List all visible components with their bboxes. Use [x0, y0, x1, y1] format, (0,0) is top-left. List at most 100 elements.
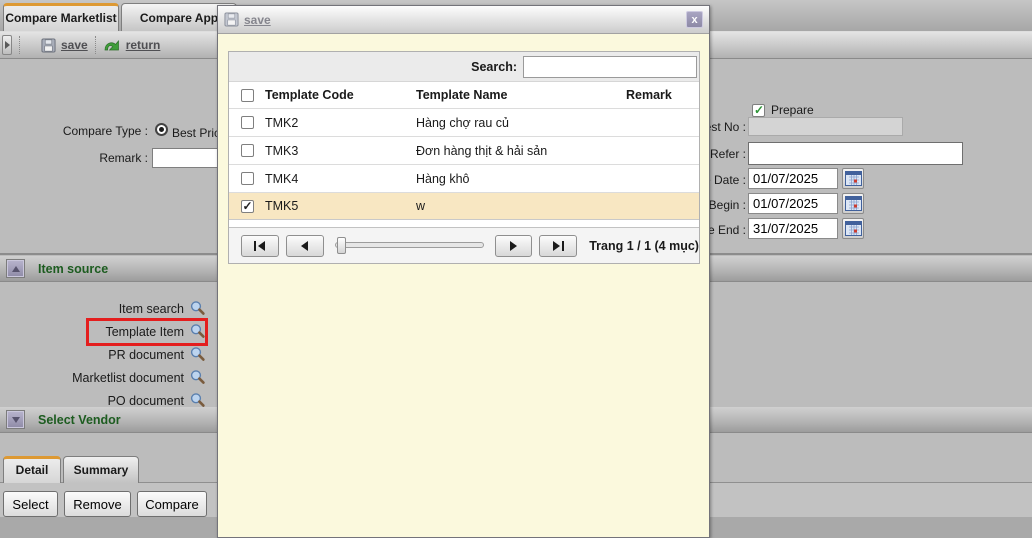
pr-document-label: PR document — [108, 348, 184, 362]
row-checkbox[interactable] — [241, 144, 254, 157]
pr-document-link[interactable]: PR document — [0, 343, 206, 366]
app-window: Compare Marketlist Compare App save retu… — [0, 0, 1032, 538]
row-checkbox[interactable] — [241, 172, 254, 185]
calendar-icon — [845, 171, 862, 186]
red-annotation-box — [86, 318, 208, 346]
dialog-save-label: save — [244, 13, 271, 27]
item-search-label: Item search — [119, 302, 184, 316]
select-button[interactable]: Select — [3, 491, 58, 517]
marketlist-document-label: Marketlist document — [72, 371, 184, 385]
marketlist-document-link[interactable]: Marketlist document — [0, 366, 206, 389]
grid-search-row: Search: — [229, 52, 699, 82]
end-date-input[interactable] — [748, 218, 838, 239]
table-row-selected[interactable]: TMK5 w — [229, 192, 699, 220]
dialog-close-button[interactable]: x — [686, 11, 703, 28]
select-vendor-title: Select Vendor — [38, 413, 121, 427]
tab-summary[interactable]: Summary — [63, 456, 139, 483]
first-page-icon — [254, 241, 256, 251]
return-button-label: return — [126, 38, 161, 52]
select-vendor-collapse-button[interactable] — [7, 411, 24, 428]
magnifier-icon — [189, 346, 206, 363]
calendar-icon — [845, 221, 862, 236]
page-slider[interactable] — [335, 237, 484, 254]
compare-button[interactable]: Compare — [137, 491, 207, 517]
save-button[interactable]: save — [41, 38, 88, 53]
magnifier-icon — [189, 300, 206, 317]
table-row[interactable]: TMK4 Hàng khô — [229, 164, 699, 192]
tab-compare-marketlist[interactable]: Compare Marketlist — [3, 3, 119, 31]
panel-expand-button[interactable] — [2, 35, 12, 55]
dialog-save-button[interactable]: save — [224, 12, 271, 27]
floppy-disk-icon — [41, 38, 56, 53]
row-checkbox[interactable] — [241, 116, 254, 129]
item-source-links: Item search Template Item PR document Ma… — [0, 297, 206, 412]
tab-detail[interactable]: Detail — [3, 456, 61, 483]
floppy-disk-icon — [224, 12, 239, 27]
date-input[interactable] — [748, 168, 838, 189]
prepare-checkbox-row: Prepare — [752, 103, 814, 117]
next-page-button[interactable] — [495, 235, 533, 257]
close-x-icon: x — [691, 14, 697, 26]
prepare-label: Prepare — [771, 103, 814, 117]
table-row[interactable]: TMK2 Hàng chợ rau củ — [229, 108, 699, 136]
magnifier-icon — [189, 369, 206, 386]
chevron-down-icon — [12, 417, 20, 423]
item-search-link[interactable]: Item search — [0, 297, 206, 320]
col-remark: Remark — [626, 88, 699, 102]
first-page-icon — [258, 241, 265, 251]
chevron-up-icon — [12, 266, 20, 272]
prepare-checkbox[interactable] — [752, 104, 765, 117]
cell-template-name: w — [416, 199, 626, 213]
cell-template-name: Hàng chợ rau củ — [416, 116, 626, 130]
dialog-toolbar: save x — [218, 6, 709, 34]
toolbar-separator — [95, 36, 96, 54]
last-page-icon — [553, 241, 560, 251]
request-no-input[interactable] — [748, 117, 903, 136]
cell-template-code: TMK5 — [265, 199, 416, 213]
cell-template-code: TMK2 — [265, 116, 416, 130]
row-checkbox[interactable] — [241, 200, 254, 213]
date-calendar-button[interactable] — [842, 168, 864, 189]
template-grid: Search: Template Code Template Name Rema… — [228, 51, 700, 264]
table-row[interactable]: TMK3 Đơn hàng thịt & hải sản — [229, 136, 699, 164]
col-template-code: Template Code — [265, 88, 416, 102]
toolbar-separator — [19, 36, 20, 54]
pagination-info: Trang 1 / 1 (4 mục) — [589, 239, 699, 253]
prev-page-button[interactable] — [286, 235, 324, 257]
begin-date-input[interactable] — [748, 193, 838, 214]
last-page-button[interactable] — [539, 235, 577, 257]
search-label: Search: — [471, 60, 517, 74]
pagination-spacer — [229, 220, 699, 227]
remark-label: Remark : — [20, 151, 148, 165]
item-source-title: Item source — [38, 262, 108, 276]
col-template-name: Template Name — [416, 88, 626, 102]
dialog-body: Search: Template Code Template Name Rema… — [218, 35, 709, 537]
refer-input[interactable] — [748, 142, 963, 165]
first-page-button[interactable] — [241, 235, 279, 257]
cell-template-name: Hàng khô — [416, 172, 626, 186]
compare-type-label: Compare Type : — [20, 124, 148, 138]
page-slider-handle[interactable] — [337, 237, 346, 254]
grid-header-row: Template Code Template Name Remark — [229, 82, 699, 108]
begin-calendar-button[interactable] — [842, 193, 864, 214]
next-page-icon — [510, 241, 517, 251]
green-return-arrow-icon — [103, 38, 121, 52]
compare-type-radio-best-price[interactable] — [155, 123, 168, 136]
page-slider-track — [335, 242, 484, 248]
cell-template-code: TMK3 — [265, 144, 416, 158]
return-button[interactable]: return — [103, 38, 161, 52]
last-page-icon — [562, 241, 564, 251]
cell-template-name: Đơn hàng thịt & hải sản — [416, 144, 626, 158]
template-item-dialog: save x Search: Template Code Template Na… — [217, 5, 710, 538]
chevron-right-icon — [5, 41, 10, 49]
remove-button[interactable]: Remove — [64, 491, 131, 517]
end-calendar-button[interactable] — [842, 218, 864, 239]
calendar-icon — [845, 196, 862, 211]
cell-template-code: TMK4 — [265, 172, 416, 186]
select-all-checkbox[interactable] — [241, 89, 254, 102]
search-input[interactable] — [523, 56, 697, 78]
save-button-label: save — [61, 38, 88, 52]
item-source-collapse-button[interactable] — [7, 260, 24, 277]
pagination-bar: Trang 1 / 1 (4 mục) — [229, 227, 699, 263]
po-document-label: PO document — [108, 394, 184, 408]
